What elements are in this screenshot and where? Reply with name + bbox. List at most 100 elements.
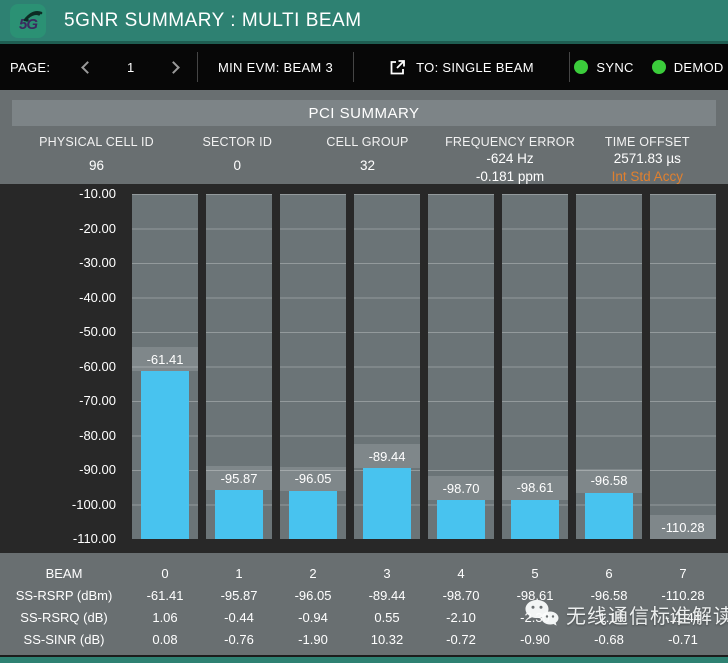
table-cell: -0.44 (224, 609, 254, 625)
table-cell: -0.72 (446, 631, 476, 647)
page-prev-button[interactable] (75, 56, 97, 78)
nav-bar: PAGE: 1 MIN EVM: BEAM 3 TO: SINGLE BEAM … (0, 44, 728, 90)
bar-value-label: -95.87 (206, 466, 272, 491)
y-axis-tick-label: -10.00 (79, 186, 116, 201)
rsrp-bar-beam-2 (289, 490, 337, 539)
y-axis-tick-label: -20.00 (79, 220, 116, 236)
beam-column-5: -98.61 (502, 194, 568, 539)
table-cell: -96.05 (294, 587, 332, 603)
beam-column-7: -110.28 (650, 194, 716, 539)
app-window: 5G 5GNR SUMMARY : MULTI BEAM PAGE: 1 MIN… (0, 0, 728, 663)
table-cell: -1.16 (594, 609, 624, 625)
table-row-ss-rsrq-db-: SS-RSRQ (dB) 1.06 -0.44 -0.94 0.55 -2.10 -2.30… (0, 606, 728, 628)
pci-summary-header: PCI SUMMARY (12, 100, 716, 126)
sync-label: SYNC (596, 59, 634, 75)
table-cell: 1.06 (152, 609, 178, 625)
page-title: 5GNR SUMMARY : MULTI BEAM (64, 9, 362, 31)
signal-wave-icon (23, 10, 43, 22)
table-cell: -61.41 (146, 587, 184, 603)
pci-field-physical-cell-id: PHYSICAL CELL ID 96 (12, 135, 181, 184)
pci-field-time-offset: TIME OFFSET 2571.83 µs Int Std Accy (579, 135, 716, 184)
demod-status-dot-icon (651, 60, 666, 74)
y-axis-tick-label: -70.00 (79, 393, 116, 408)
pci-field-label: TIME OFFSET (604, 135, 690, 149)
pci-field-label: SECTOR ID (202, 135, 273, 149)
pci-field-value: 2571.83 µs (613, 151, 681, 166)
rsrp-bar-beam-4 (437, 500, 485, 539)
y-axis-tick-label: -60.00 (79, 358, 116, 374)
table-cell: -2.10 (446, 609, 476, 625)
pci-field-cell-group: CELL GROUP 32 (294, 135, 442, 184)
external-link-icon (390, 59, 406, 74)
table-cell: 0.08 (152, 631, 178, 647)
table-row-label: SS-RSRQ (dB) (20, 609, 108, 625)
pci-field-value: 96 (88, 158, 104, 173)
bar-value-label: -96.05 (280, 466, 346, 491)
beam-column-0: -61.41 (132, 194, 198, 539)
table-cell: -96.58 (590, 587, 628, 603)
table-cell: -2.30 (520, 609, 550, 625)
pci-field-value: -624 Hz (486, 151, 534, 166)
pci-field-frequency-error: FREQUENCY ERROR -624 Hz -0.181 ppm (441, 135, 578, 184)
y-axis-tick-label: -30.00 (79, 255, 116, 270)
bar-value-label: -98.61 (502, 475, 568, 500)
beam-column-4: -98.70 (428, 194, 494, 539)
y-axis-tick-label: -80.00 (79, 427, 116, 443)
chart-y-axis: -10.00 -20.00 -30.00 -40.00 -50.00 -60.00 -70.… (0, 186, 122, 546)
bar-value-label: -98.70 (428, 476, 494, 501)
title-bar: 5G 5GNR SUMMARY : MULTI BEAM (0, 0, 728, 44)
demod-status: DEMOD (651, 60, 724, 75)
beam-column-1: -95.87 (206, 194, 272, 539)
beam-column-2: -96.05 (280, 194, 346, 539)
rsrp-bar-beam-5 (511, 499, 559, 539)
table-row-label: BEAM (45, 565, 83, 581)
table-cell: 1 (235, 565, 243, 581)
bar-value-label: -61.41 (132, 347, 198, 372)
to-single-beam-label: TO: SINGLE BEAM (416, 59, 534, 75)
table-cell: 2 (309, 565, 317, 581)
beam-column-3: -89.44 (354, 194, 420, 539)
pci-summary-section: PCI SUMMARY PHYSICAL CELL ID 96 SECTOR ID 0… (0, 90, 728, 184)
table-cell: 3 (383, 565, 391, 581)
pci-field-label: PHYSICAL CELL ID (39, 135, 154, 149)
table-cell: -98.61 (516, 587, 554, 603)
table-row-label: SS-RSRP (dBm) (15, 587, 113, 603)
table-cell: -110.28 (661, 587, 705, 603)
beam-column-6: -96.58 (576, 194, 642, 539)
sync-status-dot-icon (574, 60, 589, 74)
table-row-ss-sinr-db-: SS-SINR (dB) 0.08 -0.76 -1.90 10.32 -0.72 -0.9… (0, 628, 728, 650)
table-cell: -98.70 (442, 587, 480, 603)
min-evm-indicator[interactable]: MIN EVM: BEAM 3 (198, 60, 353, 75)
pci-summary-grid: PHYSICAL CELL ID 96 SECTOR ID 0 CELL GROUP 32… (12, 135, 716, 184)
table-cell: -0.94 (298, 609, 328, 625)
5g-logo-icon: 5G (10, 3, 46, 38)
table-row-label: SS-SINR (dB) (23, 631, 105, 647)
table-cell: 4 (457, 565, 465, 581)
table-row-ss-rsrp-dbm-: SS-RSRP (dBm) -61.41 -95.87 -96.05 -89.44 -98… (0, 584, 728, 606)
rsrp-bar-beam-1 (215, 490, 263, 539)
page-selector: PAGE: 1 (0, 56, 197, 78)
y-axis-tick-label: -40.00 (79, 289, 116, 305)
to-single-beam-button[interactable]: TO: SINGLE BEAM (354, 59, 569, 76)
table-cell: -11.44 (665, 609, 701, 625)
page-next-button[interactable] (165, 56, 187, 78)
footer-bar (0, 655, 728, 663)
pci-field-label: FREQUENCY ERROR (445, 135, 575, 149)
table-cell: -1.90 (298, 631, 328, 647)
table-cell: 10.32 (370, 631, 404, 647)
table-cell: 5 (531, 565, 539, 581)
table-cell: -95.87 (220, 587, 258, 603)
pci-field-subvalue: -0.181 ppm (475, 169, 545, 184)
table-cell: -0.68 (594, 631, 624, 647)
table-cell: -0.71 (668, 631, 698, 647)
chevron-left-icon (81, 60, 94, 74)
bar-value-label: -110.28 (650, 515, 716, 539)
chart-plot-area: -61.41 -95.87 -96.05 -89.44 -98.70 -98.61 -96.… (132, 194, 716, 539)
page-number[interactable]: 1 (121, 60, 141, 75)
table-cell: 6 (605, 565, 613, 581)
chevron-right-icon (167, 60, 181, 74)
status-indicators: SYNC DEMOD (570, 60, 728, 75)
y-axis-tick-label: -110.00 (72, 531, 116, 546)
y-axis-tick-label: -50.00 (79, 324, 116, 339)
table-cell: 7 (679, 565, 687, 581)
